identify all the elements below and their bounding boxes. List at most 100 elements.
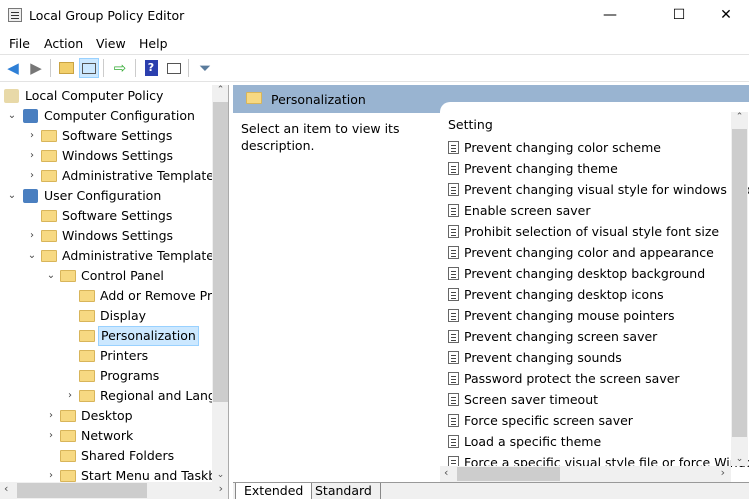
chevron-right-icon[interactable]: › [25,226,39,246]
tree-item[interactable]: › Administrative Templates [0,166,221,186]
show-hide-tree-icon[interactable] [79,58,99,78]
horizontal-scrollbar[interactable]: ‹ › [440,466,731,482]
menu-file[interactable]: File [9,36,30,51]
tab-standard[interactable]: Standard [307,483,381,499]
chevron-right-icon[interactable]: › [25,166,39,186]
policy-setting-icon [448,204,459,217]
help-icon[interactable]: ? [141,58,161,78]
tree-h-scroll-thumb[interactable] [17,483,147,498]
scroll-right-icon[interactable]: › [219,482,223,495]
tree-item[interactable]: Programs [0,366,212,386]
tree-item[interactable]: › Regional and Language Options [0,386,228,406]
tree-item[interactable]: Personalization [0,326,212,346]
column-header-setting[interactable]: Setting [448,114,493,135]
tree-item[interactable]: Software Settings [0,206,212,226]
tree-scroll-thumb[interactable] [213,102,228,402]
tree-item-label: Computer Configuration [44,108,195,123]
policy-setting-icon [448,372,459,385]
tree-item-label: Display [100,308,147,323]
minimize-button[interactable]: — [587,0,633,31]
scroll-left-icon[interactable]: ‹ [444,466,448,479]
setting-name: Enable screen saver [464,203,591,218]
setting-row[interactable]: Enable screen saver [448,200,590,221]
scroll-up-icon[interactable]: ⌃ [731,112,748,122]
chevron-down-icon[interactable]: ⌄ [44,266,58,286]
chevron-right-icon[interactable]: › [44,426,58,446]
folder-icon [41,170,57,182]
tree-item[interactable]: Shared Folders [0,446,212,466]
chevron-right-icon[interactable]: › [25,146,39,166]
setting-row[interactable]: Prevent changing theme [448,158,618,179]
setting-row[interactable]: Prevent changing visual style for window… [448,179,749,200]
tree-item[interactable]: › Software Settings [0,126,212,146]
folder-icon [79,310,95,322]
folder-icon [246,92,262,104]
scroll-down-icon[interactable]: ⌄ [212,470,228,480]
setting-row[interactable]: Prevent changing desktop background [448,263,705,284]
back-icon[interactable]: ◀ [3,58,23,78]
tree-item-label: Administrative Templates [62,248,221,263]
tree-pane: Local Computer Policy ⌄ Computer Configura… [0,85,229,499]
details-pane: Personalization Select an item to view i… [233,85,749,499]
setting-row[interactable]: Force specific screen saver [448,410,633,431]
chevron-down-icon[interactable]: ⌄ [25,246,39,266]
tree-item-label: Shared Folders [81,448,175,463]
setting-row[interactable]: Password protect the screen saver [448,368,680,389]
setting-row[interactable]: Prevent changing color and appearance [448,242,714,263]
export-list-icon[interactable]: ⇨ [110,58,130,78]
folder-icon [60,410,76,422]
tree-vertical-scrollbar[interactable]: ⌃ ⌄ [212,85,228,482]
tree-horizontal-scrollbar[interactable]: ‹ › [0,482,228,499]
tree-item[interactable]: ⌄ Computer Configuration [0,106,212,126]
policy-setting-icon [448,435,459,448]
chevron-right-icon[interactable]: › [63,386,77,406]
scroll-up-icon[interactable]: ⌃ [212,85,228,95]
tree-item[interactable]: › Windows Settings [0,226,212,246]
tree-item[interactable]: › Network [0,426,212,446]
tree-item[interactable]: Display [0,306,212,326]
scroll-right-icon[interactable]: › [721,466,725,479]
tree-item[interactable]: Local Computer Policy [0,86,212,106]
chevron-right-icon[interactable]: › [44,406,58,426]
menu-action[interactable]: Action [44,36,83,51]
vertical-scrollbar[interactable]: ⌃ ⌄ [731,112,748,466]
setting-row[interactable]: Prevent changing desktop icons [448,284,664,305]
tree-item[interactable]: ⌄ User Configuration [0,186,212,206]
setting-row[interactable]: Prevent changing mouse pointers [448,305,675,326]
show-hide-action-pane-icon[interactable] [164,58,184,78]
chevron-down-icon[interactable]: ⌄ [5,186,19,206]
policy-setting-icon [448,246,459,259]
tree-item[interactable]: Printers [0,346,212,366]
setting-row[interactable]: Screen saver timeout [448,389,598,410]
maximize-button[interactable]: ☐ [656,0,702,31]
setting-row[interactable]: Prevent changing sounds [448,347,622,368]
scroll-left-icon[interactable]: ‹ [4,482,8,495]
description-panel: Select an item to view its description. [233,113,443,482]
chevron-right-icon[interactable]: › [25,126,39,146]
close-button[interactable]: ✕ [703,0,749,31]
setting-row[interactable]: Load a specific theme [448,431,601,452]
up-folder-icon[interactable] [56,58,76,78]
tree-item[interactable]: Add or Remove Programs [0,286,228,306]
filter-icon[interactable]: ⏷ [195,58,215,78]
chevron-down-icon[interactable]: ⌄ [5,106,19,126]
menu-help[interactable]: Help [139,36,168,51]
scroll-thumb[interactable] [732,129,747,437]
menu-bar: File Action View Help [0,33,749,54]
menu-view[interactable]: View [96,36,126,51]
h-scroll-thumb[interactable] [457,467,560,481]
setting-row[interactable]: Prohibit selection of visual style font … [448,221,719,242]
tree-item[interactable]: ⌄ Control Panel [0,266,212,286]
scroll-down-icon[interactable]: ⌄ [731,454,748,464]
policy-setting-icon [448,162,459,175]
setting-row[interactable]: Prevent changing color scheme [448,137,661,158]
view-tabs: Extended Standard [233,482,749,499]
tree-item[interactable]: › Desktop [0,406,212,426]
tree-item[interactable]: ⌄ Administrative Templates [0,246,221,266]
tab-extended[interactable]: Extended [235,483,313,499]
setting-row[interactable]: Prevent changing screen saver [448,326,657,347]
setting-name: Prevent changing screen saver [464,329,658,344]
forward-icon[interactable]: ▶ [26,58,46,78]
setting-name: Prevent changing mouse pointers [464,308,675,323]
tree-item[interactable]: › Windows Settings [0,146,212,166]
